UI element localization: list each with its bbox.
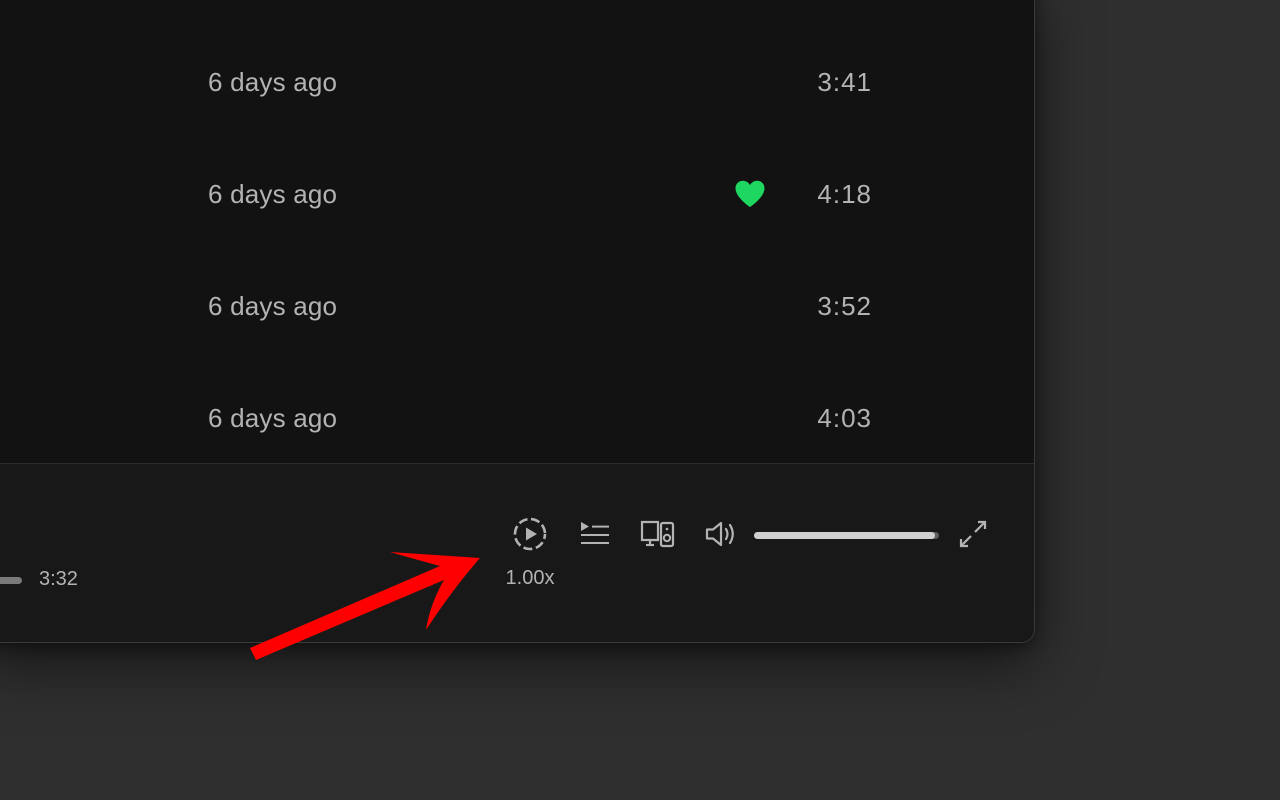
track-duration: 3:52 bbox=[817, 290, 872, 321]
app-window: 6 days ago 3:41 6 days ago 4:18 6 days a… bbox=[0, 0, 1035, 643]
track-row[interactable]: 6 days ago 3:52 bbox=[0, 250, 1034, 362]
progress-bar[interactable] bbox=[0, 577, 22, 584]
volume-slider-fill bbox=[754, 532, 936, 539]
fullscreen-button[interactable] bbox=[953, 516, 993, 556]
track-date-added: 6 days ago bbox=[208, 290, 338, 321]
volume-icon bbox=[704, 519, 740, 554]
total-time: 3:32 bbox=[39, 568, 78, 590]
fullscreen-icon bbox=[958, 519, 988, 554]
track-date-added: 6 days ago bbox=[208, 178, 338, 209]
volume-slider[interactable] bbox=[754, 532, 939, 539]
player-bar: 3:32 1.00x bbox=[0, 463, 1034, 642]
tracklist: 6 days ago 3:41 6 days ago 4:18 6 days a… bbox=[0, 0, 1034, 463]
track-duration: 3:41 bbox=[817, 66, 872, 97]
track-duration: 4:03 bbox=[817, 402, 872, 433]
track-row[interactable]: 6 days ago 4:18 bbox=[0, 138, 1034, 250]
connect-device-button[interactable] bbox=[638, 516, 678, 556]
queue-icon bbox=[579, 520, 611, 553]
track-duration: 4:18 bbox=[817, 178, 872, 209]
track-date-added: 6 days ago bbox=[208, 402, 338, 433]
queue-button[interactable] bbox=[575, 516, 615, 556]
heart-icon[interactable] bbox=[734, 138, 766, 250]
volume-button[interactable] bbox=[702, 516, 742, 556]
track-row[interactable]: 6 days ago 4:03 bbox=[0, 362, 1034, 474]
connect-device-icon bbox=[640, 519, 676, 554]
playback-speed-button[interactable] bbox=[510, 516, 550, 556]
track-date-added: 6 days ago bbox=[208, 66, 338, 97]
track-row[interactable]: 6 days ago 3:41 bbox=[0, 26, 1034, 138]
playback-speed-icon bbox=[512, 516, 548, 557]
playback-speed-label[interactable]: 1.00x bbox=[497, 567, 563, 590]
